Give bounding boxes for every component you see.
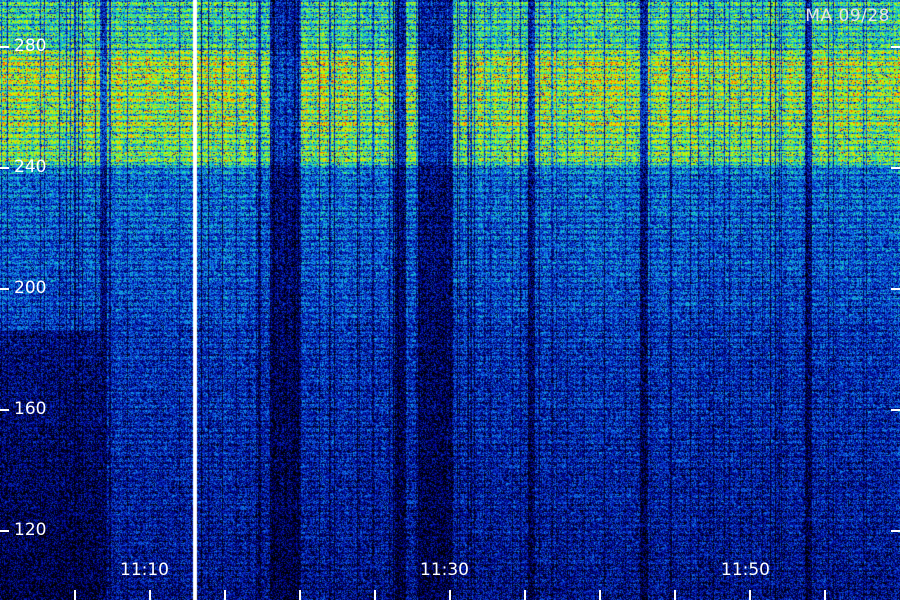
chart-overlay: MA 09/28 120 160 200 240 280 11:10 11:30 11:50 (0, 0, 900, 600)
tick-marks (0, 46, 900, 600)
